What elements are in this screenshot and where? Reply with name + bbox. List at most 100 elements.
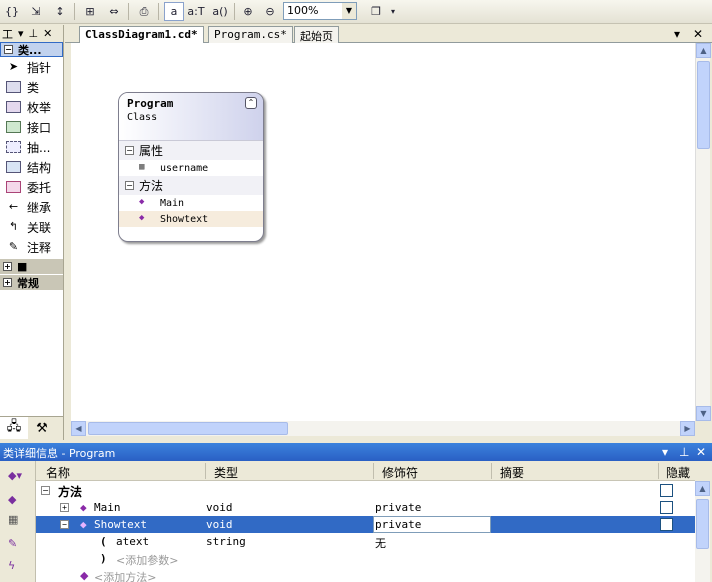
expand-icon[interactable]: + [3,262,12,271]
collapse-icon[interactable]: ⌃ [245,97,257,109]
group-by-access-icon[interactable]: ⇲ [26,2,46,21]
hide-checkbox[interactable] [660,501,673,514]
toolbox: 工 ▾ ⊥ ✕ − 类... ➤ 指针 类 枚举 接口 抽... 结构 委托 ← 继… [0,25,64,440]
member-name[interactable]: Main [94,501,121,514]
hide-checkbox[interactable] [660,518,673,531]
method-member[interactable]: ◆ Main [119,195,263,211]
method-member[interactable]: ◆ Showtext [119,211,263,227]
chevron-down-icon[interactable]: ▾ [674,27,680,41]
scroll-thumb[interactable] [697,61,710,149]
collapse-icon[interactable]: − [60,520,69,529]
adjust-shapes-icon[interactable]: ⇔ [104,2,124,21]
scroll-up-icon[interactable]: ▲ [695,481,710,496]
member-type[interactable]: void [206,518,233,531]
layout-diagram-icon[interactable]: ⊞ [80,2,100,21]
toolbox-item-association[interactable]: ↰ 关联 [0,217,63,237]
canvas-vertical-scrollbar[interactable]: ▲ ▼ [695,43,711,421]
property-member[interactable]: ▦ username [119,160,263,176]
collapse-icon[interactable]: − [4,45,13,54]
table-row-add-parameter[interactable]: ) <添加参数> [36,550,695,567]
class-icon [6,81,21,93]
expand-icon[interactable]: + [3,278,12,287]
chevron-down-icon[interactable]: ▾ [662,445,668,459]
chevron-down-icon[interactable]: ▾ [18,27,24,40]
param-name[interactable]: atext [116,535,149,548]
zoom-in-icon[interactable]: ⊕ [238,2,258,21]
table-row-parameter[interactable]: ( atext string 无 [36,533,695,550]
add-parameter-placeholder[interactable]: <添加参数> [116,552,178,568]
table-row[interactable]: + ◆ Main void private [36,499,695,516]
new-field-icon[interactable]: ✎ [8,537,24,551]
toolbox-category-empty[interactable]: + ■ [0,259,63,274]
new-member-icon[interactable]: ◆▾ [8,469,24,483]
methods-section[interactable]: − 方法 [119,176,263,195]
column-hide[interactable]: 隐藏 [666,464,690,481]
group-by-kind-icon[interactable]: {} [2,2,22,21]
close-icon[interactable]: ✕ [696,445,706,459]
toolbox-item-delegate[interactable]: 委托 [0,177,63,197]
new-event-icon[interactable]: ϟ [8,559,24,573]
scroll-thumb[interactable] [696,499,709,549]
table-row-add-method[interactable]: ◆ <添加方法> [36,567,695,582]
toolbox-item-interface[interactable]: 接口 [0,117,63,137]
modifier-edit-field[interactable]: private [373,516,491,533]
column-summary[interactable]: 摘要 [500,464,524,481]
tab-start-page[interactable]: 起始页 [294,26,339,43]
server-explorer-tab-icon[interactable]: 🖧 [0,417,28,439]
canvas-horizontal-scrollbar[interactable]: ◀ ▶ [71,421,695,436]
properties-section[interactable]: − 属性 [119,141,263,160]
close-icon[interactable]: ✕ [43,27,52,40]
zoom-select[interactable]: 100% ▼ [283,2,357,20]
group-row-methods[interactable]: − 方法 [36,482,695,499]
member-type[interactable]: void [206,501,233,514]
member-name[interactable]: Showtext [94,518,147,531]
add-method-placeholder[interactable]: <添加方法> [94,569,156,582]
table-row-selected[interactable]: − ◆ Showtext void private [36,516,695,533]
sort-alphabetically-icon[interactable]: ↕ [50,2,70,21]
param-type[interactable]: string [206,535,246,548]
toolbox-tab-icon[interactable]: ⚒ [28,417,56,439]
expand-icon[interactable]: + [60,503,69,512]
toolbar-options-icon[interactable]: ▾ [388,2,398,21]
scroll-down-icon[interactable]: ▼ [696,406,711,421]
scroll-right-icon[interactable]: ▶ [680,421,695,436]
scroll-left-icon[interactable]: ◀ [71,421,86,436]
tab-classdiagram[interactable]: ClassDiagram1.cd* [79,26,204,44]
zoom-out-icon[interactable]: ⊖ [260,2,280,21]
display-name-type-button[interactable]: a:T [186,2,206,21]
class-shape[interactable]: Program Class ⌃ − 属性 ▦ username − 方法 ◆ M… [118,92,264,242]
column-name[interactable]: 名称 [46,464,70,481]
column-modifier[interactable]: 修饰符 [382,464,418,481]
collapse-icon[interactable]: − [41,486,50,495]
hide-checkbox[interactable] [660,484,673,497]
toolbox-item-struct[interactable]: 结构 [0,157,63,177]
column-type[interactable]: 类型 [214,464,238,481]
collapse-icon[interactable]: − [125,146,134,155]
chevron-down-icon[interactable]: ▼ [342,3,356,19]
toolbox-item-enum[interactable]: 枚举 [0,97,63,117]
display-full-signature-button[interactable]: a() [208,2,232,21]
display-name-button[interactable]: a [164,2,184,21]
toolbox-item-class[interactable]: 类 [0,77,63,97]
member-modifier[interactable]: private [375,501,421,514]
toolbox-item-comment[interactable]: ✎ 注释 [0,237,63,257]
scroll-thumb[interactable] [88,422,288,435]
class-shape-header[interactable]: Program Class ⌃ [119,93,263,141]
toolbox-category-general[interactable]: + 常规 [0,275,63,290]
export-image-icon[interactable]: ⎙ [134,2,154,21]
close-icon[interactable]: ✕ [693,27,703,41]
collapse-icon[interactable]: − [125,181,134,190]
toolbox-item-abstract[interactable]: 抽... [0,137,63,157]
pin-icon[interactable]: ⊥ [29,27,39,40]
param-modifier[interactable]: 无 [375,535,386,551]
new-method-icon[interactable]: ◆ [8,493,24,507]
new-property-icon[interactable]: ▦ [8,513,24,527]
grid-vertical-scrollbar[interactable]: ▲ [695,481,710,582]
toolbox-category-class-designer[interactable]: − 类... [0,42,63,57]
toolbox-item-pointer[interactable]: ➤ 指针 [0,57,63,77]
pin-icon[interactable]: ⊥ [679,445,689,459]
scroll-up-icon[interactable]: ▲ [696,43,711,58]
class-details-window-icon[interactable]: ❐ [366,2,386,21]
toolbox-item-inheritance[interactable]: ← 继承 [0,197,63,217]
tab-program-cs[interactable]: Program.cs* [208,26,293,43]
